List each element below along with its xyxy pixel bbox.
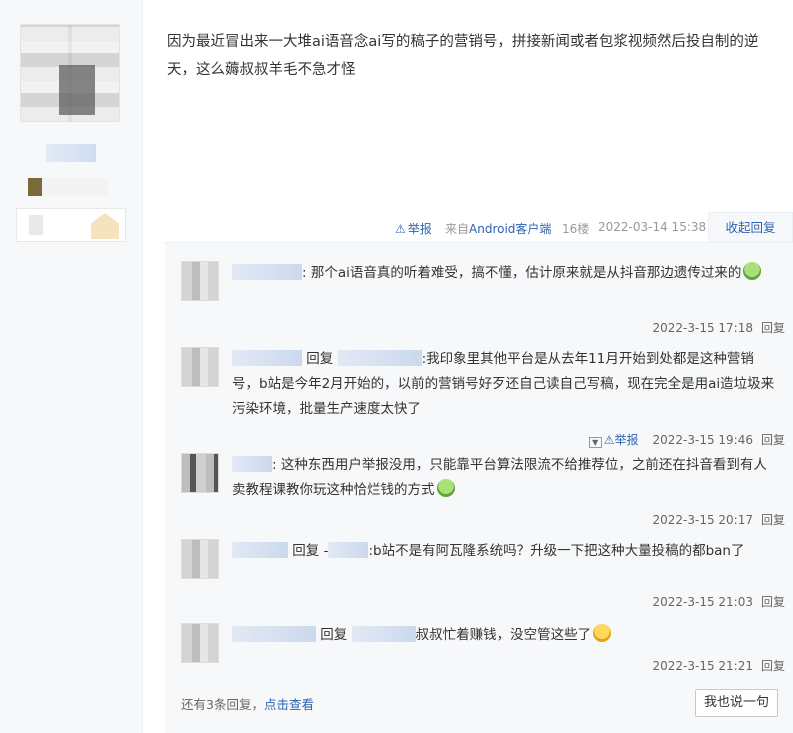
floor-number: 16楼 [562, 222, 590, 236]
author-name-blurred[interactable] [46, 144, 96, 162]
avatar[interactable] [181, 453, 219, 493]
reply-content: 回复 叔叔忙着赚钱，没空管这些了 [232, 623, 780, 648]
reply-target-blurred[interactable] [351, 626, 416, 642]
author-avatar[interactable] [20, 24, 120, 122]
report-label: 举报 [407, 222, 432, 236]
author-level-badge [28, 178, 108, 196]
reply-content: : 那个ai语音真的听着难受，搞不懂，估计原来就是从抖音那边遗传过来的 [232, 261, 780, 286]
more-replies-count: 还有3条回复， [181, 697, 264, 712]
post-tail: ⚠ 举报 来自Android客户端 16楼 2022-03-14 15:38 收起… [143, 212, 793, 243]
warning-icon: ⚠ [395, 222, 406, 236]
reply-list: : 那个ai语音真的听着难受，搞不懂，估计原来就是从抖音那边遗传过来的 2022… [165, 242, 793, 733]
reply-button[interactable]: 回复 [761, 595, 785, 609]
reply-target-blurred[interactable] [328, 542, 369, 558]
reply-username-blurred[interactable] [232, 626, 316, 642]
reply-to-label: 回复 - [292, 543, 329, 559]
avatar[interactable] [181, 539, 219, 579]
reply-meta: ▼ ⚠举报 2022-3-15 19:46 回复 [588, 431, 785, 448]
reply-username-blurred[interactable] [232, 350, 302, 366]
reply-content: 回复 - :b站不是有阿瓦隆系统吗？升级一下把这种大量投稿的都ban了 [232, 539, 780, 564]
yellow-face-emoji-icon [593, 624, 612, 642]
report-label: 举报 [614, 433, 639, 447]
collapse-replies-button[interactable]: 收起回复 [708, 212, 793, 243]
reply-text: : 那个ai语音真的听着难受，搞不懂，估计原来就是从抖音那边遗传过来的 [302, 265, 742, 281]
reply-meta: 2022-3-15 21:03 回复 [652, 593, 785, 610]
reply-text: : 这种东西用户举报没用，只能靠平台算法限流不给推荐位，之前还在抖音看到有人卖教… [232, 457, 767, 498]
reply-target-blurred[interactable] [337, 350, 422, 366]
reply-button[interactable]: 回复 [761, 659, 785, 673]
reply-to-label: 回复 [320, 627, 348, 643]
reply-meta: 2022-3-15 21:21 回复 [652, 657, 785, 674]
reply-content: : 这种东西用户举报没用，只能靠平台算法限流不给推荐位，之前还在抖音看到有人卖教… [232, 453, 780, 503]
medal-icon [91, 213, 119, 239]
green-face-emoji-icon [436, 479, 455, 497]
source-prefix: 来自 [445, 222, 470, 236]
view-more-link[interactable]: 点击查看 [264, 697, 314, 712]
source-device-link[interactable]: Android客户端 [469, 222, 551, 236]
reply-username-blurred[interactable] [232, 542, 288, 558]
reply-username-blurred[interactable] [232, 456, 272, 472]
author-medal-row [16, 208, 126, 242]
report-link[interactable]: ⚠举报 [395, 220, 432, 237]
reply-button-main[interactable]: 我也说一句 [695, 689, 778, 717]
reply-time: 2022-3-15 20:17 [652, 513, 753, 527]
reply-time: 2022-3-15 21:03 [652, 595, 753, 609]
reply-text: :b站不是有阿瓦隆系统吗？升级一下把这种大量投稿的都ban了 [368, 543, 745, 559]
report-link[interactable]: ⚠举报 [604, 433, 639, 447]
reply-content: 回复 :我印象里其他平台是从去年11月开始到处都是这种营销号，b站是今年2月开始… [232, 347, 780, 422]
avatar[interactable] [181, 623, 219, 663]
author-sidebar [0, 0, 143, 733]
reply-username-blurred[interactable] [232, 264, 302, 280]
avatar[interactable] [181, 347, 219, 387]
reply-button[interactable]: 回复 [761, 513, 785, 527]
reply-meta: 2022-3-15 20:17 回复 [652, 511, 785, 528]
reply-time: 2022-3-15 17:18 [652, 321, 753, 335]
green-face-emoji-icon [743, 262, 762, 280]
list-item: 回复 叔叔忙着赚钱，没空管这些了 2022-3-15 21:21 回复 [181, 623, 785, 683]
reply-time: 2022-3-15 21:21 [652, 659, 753, 673]
reply-button[interactable]: 回复 [761, 433, 785, 447]
list-item: 回复 :我印象里其他平台是从去年11月开始到处都是这种营销号，b站是今年2月开始… [181, 347, 785, 448]
dropdown-icon[interactable]: ▼ [588, 437, 602, 448]
reply-to-label: 回复 [306, 351, 334, 367]
avatar[interactable] [181, 261, 219, 301]
post-content: 因为最近冒出来一大堆ai语音念ai写的稿子的营销号，拼接新闻或者包浆视频然后投自… [167, 34, 759, 78]
reply-time: 2022-3-15 19:46 [652, 433, 753, 447]
post-time: 2022-03-14 15:38 [598, 220, 707, 234]
more-replies: 还有3条回复，点击查看 [181, 694, 314, 713]
post-source: 来自Android客户端 [445, 220, 551, 237]
list-item: : 这种东西用户举报没用，只能靠平台算法限流不给推荐位，之前还在抖音看到有人卖教… [181, 453, 785, 533]
list-item: 回复 - :b站不是有阿瓦隆系统吗？升级一下把这种大量投稿的都ban了 2022-… [181, 539, 785, 619]
list-item: : 那个ai语音真的听着难受，搞不懂，估计原来就是从抖音那边遗传过来的 2022… [181, 261, 785, 341]
reply-button[interactable]: 回复 [761, 321, 785, 335]
reply-text: 叔叔忙着赚钱，没空管这些了 [415, 627, 592, 643]
medal-icon [29, 215, 43, 235]
reply-meta: 2022-3-15 17:18 回复 [652, 319, 785, 336]
